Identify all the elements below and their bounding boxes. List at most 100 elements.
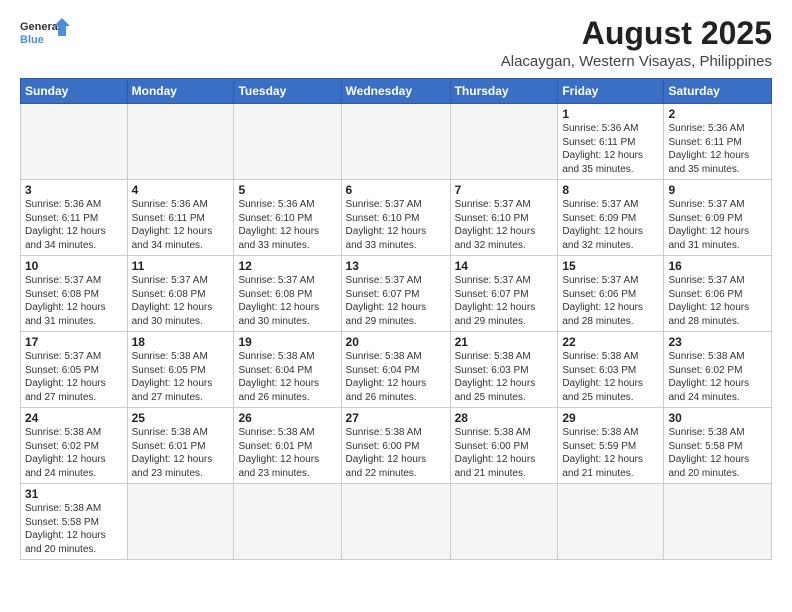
week-row-3: 10Sunrise: 5:37 AM Sunset: 6:08 PM Dayli… bbox=[21, 256, 772, 332]
day-number: 13 bbox=[346, 259, 446, 273]
table-row: 9Sunrise: 5:37 AM Sunset: 6:09 PM Daylig… bbox=[664, 180, 772, 256]
day-info: Sunrise: 5:38 AM Sunset: 6:05 PM Dayligh… bbox=[132, 350, 230, 404]
day-number: 30 bbox=[668, 411, 767, 425]
table-row: 16Sunrise: 5:37 AM Sunset: 6:06 PM Dayli… bbox=[664, 256, 772, 332]
table-row bbox=[341, 484, 450, 560]
logo-svg: General Blue bbox=[20, 16, 70, 52]
day-info: Sunrise: 5:37 AM Sunset: 6:07 PM Dayligh… bbox=[346, 274, 446, 328]
day-number: 10 bbox=[25, 259, 123, 273]
day-info: Sunrise: 5:38 AM Sunset: 6:03 PM Dayligh… bbox=[455, 350, 554, 404]
day-number: 6 bbox=[346, 183, 446, 197]
day-info: Sunrise: 5:38 AM Sunset: 6:03 PM Dayligh… bbox=[562, 350, 659, 404]
day-info: Sunrise: 5:37 AM Sunset: 6:07 PM Dayligh… bbox=[455, 274, 554, 328]
table-row: 12Sunrise: 5:37 AM Sunset: 6:08 PM Dayli… bbox=[234, 256, 341, 332]
table-row: 24Sunrise: 5:38 AM Sunset: 6:02 PM Dayli… bbox=[21, 408, 128, 484]
day-number: 23 bbox=[668, 335, 767, 349]
day-info: Sunrise: 5:38 AM Sunset: 6:00 PM Dayligh… bbox=[455, 426, 554, 480]
table-row bbox=[234, 484, 341, 560]
table-row: 23Sunrise: 5:38 AM Sunset: 6:02 PM Dayli… bbox=[664, 332, 772, 408]
table-row: 20Sunrise: 5:38 AM Sunset: 6:04 PM Dayli… bbox=[341, 332, 450, 408]
table-row: 3Sunrise: 5:36 AM Sunset: 6:11 PM Daylig… bbox=[21, 180, 128, 256]
table-row: 28Sunrise: 5:38 AM Sunset: 6:00 PM Dayli… bbox=[450, 408, 558, 484]
table-row: 15Sunrise: 5:37 AM Sunset: 6:06 PM Dayli… bbox=[558, 256, 664, 332]
day-info: Sunrise: 5:37 AM Sunset: 6:05 PM Dayligh… bbox=[25, 350, 123, 404]
day-info: Sunrise: 5:38 AM Sunset: 5:59 PM Dayligh… bbox=[562, 426, 659, 480]
svg-text:General: General bbox=[20, 21, 61, 33]
table-row: 22Sunrise: 5:38 AM Sunset: 6:03 PM Dayli… bbox=[558, 332, 664, 408]
table-row: 14Sunrise: 5:37 AM Sunset: 6:07 PM Dayli… bbox=[450, 256, 558, 332]
day-number: 17 bbox=[25, 335, 123, 349]
day-number: 1 bbox=[562, 107, 659, 121]
page-title: August 2025 bbox=[501, 16, 772, 51]
day-number: 14 bbox=[455, 259, 554, 273]
table-row: 7Sunrise: 5:37 AM Sunset: 6:10 PM Daylig… bbox=[450, 180, 558, 256]
day-info: Sunrise: 5:37 AM Sunset: 6:08 PM Dayligh… bbox=[25, 274, 123, 328]
day-number: 8 bbox=[562, 183, 659, 197]
day-info: Sunrise: 5:37 AM Sunset: 6:10 PM Dayligh… bbox=[346, 198, 446, 252]
table-row bbox=[450, 484, 558, 560]
day-info: Sunrise: 5:38 AM Sunset: 6:02 PM Dayligh… bbox=[668, 350, 767, 404]
day-number: 11 bbox=[132, 259, 230, 273]
day-info: Sunrise: 5:38 AM Sunset: 6:02 PM Dayligh… bbox=[25, 426, 123, 480]
day-number: 4 bbox=[132, 183, 230, 197]
table-row: 27Sunrise: 5:38 AM Sunset: 6:00 PM Dayli… bbox=[341, 408, 450, 484]
table-row: 6Sunrise: 5:37 AM Sunset: 6:10 PM Daylig… bbox=[341, 180, 450, 256]
table-row bbox=[450, 104, 558, 180]
col-monday: Monday bbox=[127, 79, 234, 104]
day-number: 20 bbox=[346, 335, 446, 349]
day-number: 18 bbox=[132, 335, 230, 349]
day-info: Sunrise: 5:38 AM Sunset: 6:04 PM Dayligh… bbox=[346, 350, 446, 404]
day-number: 24 bbox=[25, 411, 123, 425]
day-number: 15 bbox=[562, 259, 659, 273]
week-row-2: 3 Sunrise: 5:36 AM Sunset: 6:11 PM Daylig… bbox=[21, 180, 772, 256]
col-sunday: Sunday bbox=[21, 79, 128, 104]
day-info: Sunrise: 5:38 AM Sunset: 6:04 PM Dayligh… bbox=[238, 350, 336, 404]
svg-text:Blue: Blue bbox=[20, 34, 44, 46]
title-area: August 2025 Alacaygan, Western Visayas, … bbox=[501, 16, 772, 70]
table-row bbox=[127, 484, 234, 560]
day-number: 27 bbox=[346, 411, 446, 425]
day-info: Sunrise: 5:38 AM Sunset: 6:00 PM Dayligh… bbox=[346, 426, 446, 480]
table-row: 21Sunrise: 5:38 AM Sunset: 6:03 PM Dayli… bbox=[450, 332, 558, 408]
day-info: Sunrise: 5:38 AM Sunset: 5:58 PM Dayligh… bbox=[25, 502, 123, 556]
table-row: 18Sunrise: 5:38 AM Sunset: 6:05 PM Dayli… bbox=[127, 332, 234, 408]
day-info: Sunrise: 5:37 AM Sunset: 6:09 PM Dayligh… bbox=[562, 198, 659, 252]
col-thursday: Thursday bbox=[450, 79, 558, 104]
day-number: 21 bbox=[455, 335, 554, 349]
logo: General Blue bbox=[20, 16, 70, 52]
day-number: 3 bbox=[25, 183, 123, 197]
table-row: 29Sunrise: 5:38 AM Sunset: 5:59 PM Dayli… bbox=[558, 408, 664, 484]
calendar: Sunday Monday Tuesday Wednesday Thursday… bbox=[20, 78, 772, 560]
day-info: Sunrise: 5:38 AM Sunset: 6:01 PM Dayligh… bbox=[238, 426, 336, 480]
day-number: 22 bbox=[562, 335, 659, 349]
day-number: 5 bbox=[238, 183, 336, 197]
week-row-4: 17Sunrise: 5:37 AM Sunset: 6:05 PM Dayli… bbox=[21, 332, 772, 408]
table-row: 19Sunrise: 5:38 AM Sunset: 6:04 PM Dayli… bbox=[234, 332, 341, 408]
table-row: 17Sunrise: 5:37 AM Sunset: 6:05 PM Dayli… bbox=[21, 332, 128, 408]
day-number: 2 bbox=[668, 107, 767, 121]
table-row: 30Sunrise: 5:38 AM Sunset: 5:58 PM Dayli… bbox=[664, 408, 772, 484]
week-row-6: 31Sunrise: 5:38 AM Sunset: 5:58 PM Dayli… bbox=[21, 484, 772, 560]
day-info: Sunrise: 5:36 AM Sunset: 6:11 PM Dayligh… bbox=[132, 198, 230, 252]
day-number: 26 bbox=[238, 411, 336, 425]
col-wednesday: Wednesday bbox=[341, 79, 450, 104]
table-row bbox=[341, 104, 450, 180]
day-info: Sunrise: 5:36 AM Sunset: 6:10 PM Dayligh… bbox=[238, 198, 336, 252]
table-row: 11Sunrise: 5:37 AM Sunset: 6:08 PM Dayli… bbox=[127, 256, 234, 332]
day-info: Sunrise: 5:37 AM Sunset: 6:06 PM Dayligh… bbox=[562, 274, 659, 328]
day-number: 25 bbox=[132, 411, 230, 425]
week-row-5: 24Sunrise: 5:38 AM Sunset: 6:02 PM Dayli… bbox=[21, 408, 772, 484]
calendar-header-row: Sunday Monday Tuesday Wednesday Thursday… bbox=[21, 79, 772, 104]
col-saturday: Saturday bbox=[664, 79, 772, 104]
table-row bbox=[21, 104, 128, 180]
col-tuesday: Tuesday bbox=[234, 79, 341, 104]
table-row: 1Sunrise: 5:36 AM Sunset: 6:11 PM Daylig… bbox=[558, 104, 664, 180]
table-row: 25Sunrise: 5:38 AM Sunset: 6:01 PM Dayli… bbox=[127, 408, 234, 484]
table-row: 4Sunrise: 5:36 AM Sunset: 6:11 PM Daylig… bbox=[127, 180, 234, 256]
day-info: Sunrise: 5:37 AM Sunset: 6:08 PM Dayligh… bbox=[238, 274, 336, 328]
week-row-1: 1Sunrise: 5:36 AM Sunset: 6:11 PM Daylig… bbox=[21, 104, 772, 180]
table-row: 2Sunrise: 5:36 AM Sunset: 6:11 PM Daylig… bbox=[664, 104, 772, 180]
page-subtitle: Alacaygan, Western Visayas, Philippines bbox=[501, 53, 772, 70]
table-row bbox=[234, 104, 341, 180]
day-number: 9 bbox=[668, 183, 767, 197]
